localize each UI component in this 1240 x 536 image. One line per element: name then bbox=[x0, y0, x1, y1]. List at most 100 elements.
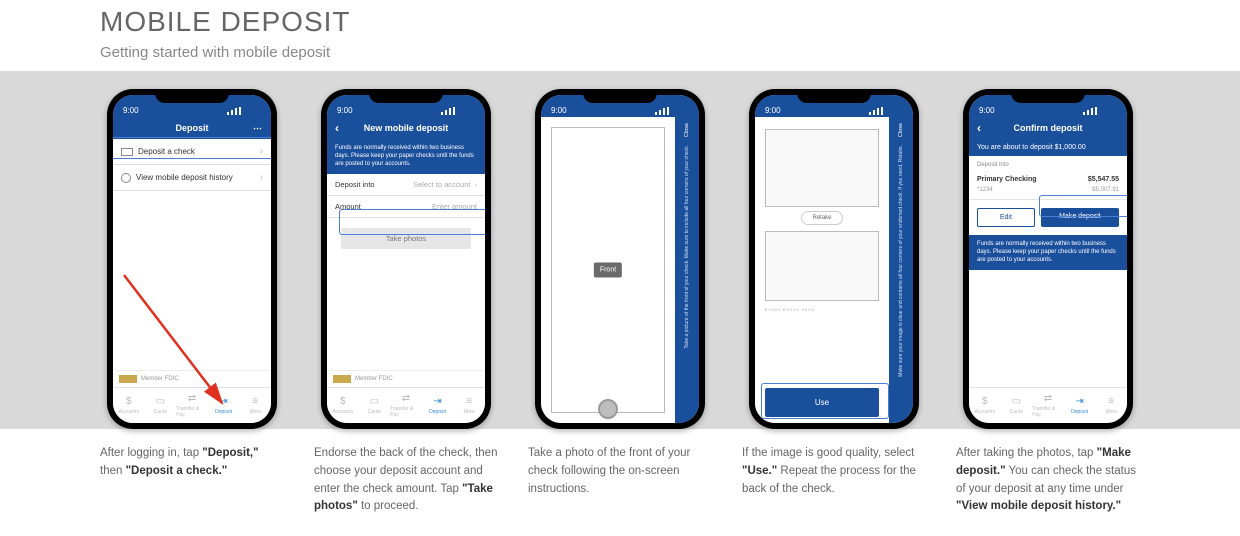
tab-deposit[interactable]: ⇥ Deposit bbox=[422, 388, 454, 423]
tab-label: Cards bbox=[1010, 409, 1023, 415]
tab-label: Deposit bbox=[429, 409, 446, 415]
status-signal-icon bbox=[655, 107, 689, 115]
step-1: 9:00 Deposit ⋯ Deposit a check › View mo… bbox=[100, 89, 284, 429]
tab-bar: $Accounts ▭Cards ⇄Transfer & Pay ⇥ Deposi… bbox=[327, 387, 485, 423]
nav-title: New mobile deposit bbox=[364, 123, 449, 133]
nav-bar: ‹ New mobile deposit bbox=[327, 117, 485, 139]
caption-2: Endorse the back of the check, then choo… bbox=[314, 445, 498, 516]
tab-accounts[interactable]: $ Accounts bbox=[113, 388, 145, 423]
tab-label: More bbox=[249, 409, 260, 415]
tab-deposit[interactable]: ⇥Deposit bbox=[208, 388, 240, 423]
camera-side-panel: Close Take a picture of the front of you… bbox=[675, 117, 699, 423]
page-header: MOBILE DEPOSIT Getting started with mobi… bbox=[0, 0, 1240, 71]
phone-screen-review: 9:00 Retake ⑆0000 ⑆0000 0000 Use Close M… bbox=[755, 95, 913, 423]
transfer-icon: ⇄ bbox=[186, 394, 198, 404]
page-subtitle: Getting started with mobile deposit bbox=[100, 44, 1240, 61]
deposit-icon: ⇥ bbox=[432, 397, 444, 407]
label: Deposit into bbox=[977, 162, 1009, 168]
tab-label: Deposit bbox=[215, 409, 232, 415]
tab-bar: $ Accounts ▭Cards ⇄Transfer & Pay ⇥Deposi… bbox=[113, 387, 271, 423]
tab-accounts[interactable]: $Accounts bbox=[969, 388, 1001, 423]
dollar-icon: $ bbox=[337, 397, 349, 407]
status-time: 9:00 bbox=[551, 106, 567, 115]
deposit-into-label: Deposit into bbox=[335, 180, 375, 189]
tab-cards[interactable]: ▭Cards bbox=[145, 388, 177, 423]
step-2: 9:00 ‹ New mobile deposit Funds are norm… bbox=[314, 89, 498, 429]
status-time: 9:00 bbox=[123, 106, 139, 115]
phone-screen-camera-front: 9:00 Front Close Take a picture of the f… bbox=[541, 95, 699, 423]
step-3: 9:00 Front Close Take a picture of the f… bbox=[528, 89, 712, 429]
tab-transfer[interactable]: ⇄Transfer & Pay bbox=[390, 388, 422, 423]
caption-bold: "Deposit," bbox=[202, 447, 258, 459]
front-label: Front bbox=[594, 263, 622, 278]
nav-title: Confirm deposit bbox=[1014, 123, 1083, 133]
caption-text: After logging in, tap bbox=[100, 447, 202, 459]
tab-label: Transfer & Pay bbox=[390, 406, 422, 418]
captured-check-image bbox=[765, 129, 879, 207]
phone-screen-deposit: 9:00 Deposit ⋯ Deposit a check › View mo… bbox=[113, 95, 271, 423]
close-button[interactable]: Close bbox=[898, 123, 904, 137]
highlight-take-photos bbox=[339, 209, 485, 235]
edit-label: Edit bbox=[1000, 214, 1012, 221]
dollar-icon: $ bbox=[979, 397, 991, 407]
row-view-history[interactable]: View mobile deposit history › bbox=[113, 165, 271, 191]
captions-row: After logging in, tap "Deposit," then "D… bbox=[0, 429, 1240, 536]
more-icon[interactable]: ⋯ bbox=[253, 123, 263, 134]
info-text: Funds are normally received within two b… bbox=[977, 241, 1116, 263]
tab-label: Accounts bbox=[119, 409, 140, 415]
menu-icon: ≡ bbox=[249, 397, 261, 407]
retake-button[interactable]: Retake bbox=[801, 211, 842, 225]
tab-transfer[interactable]: ⇄Transfer & Pay bbox=[1032, 388, 1064, 423]
tab-accounts[interactable]: $Accounts bbox=[327, 388, 359, 423]
caption-text: If the image is good quality, select bbox=[742, 447, 914, 459]
fdic-text: Member FDIC bbox=[355, 376, 393, 382]
caption-bold: "View mobile deposit history." bbox=[956, 500, 1121, 512]
caption-4: If the image is good quality, select "Us… bbox=[742, 445, 926, 516]
tab-transfer[interactable]: ⇄Transfer & Pay bbox=[176, 388, 208, 423]
tab-cards[interactable]: ▭Cards bbox=[359, 388, 391, 423]
card-icon: ▭ bbox=[368, 397, 380, 407]
step-5: 9:00 ‹ Confirm deposit You are about to … bbox=[956, 89, 1140, 429]
row-label: View mobile deposit history bbox=[136, 173, 233, 182]
account-row: Primary Checking $5,547.55 bbox=[969, 172, 1127, 187]
confirm-amount-banner: You are about to deposit $1,000.00 bbox=[969, 139, 1127, 156]
tab-deposit[interactable]: ⇥Deposit bbox=[1064, 388, 1096, 423]
tab-more[interactable]: ≡ More bbox=[239, 388, 271, 423]
menu-icon: ≡ bbox=[1105, 397, 1117, 407]
tab-label: More bbox=[1105, 409, 1116, 415]
zoom-check-image bbox=[765, 231, 879, 301]
phone-notch bbox=[155, 89, 229, 103]
review-main: Retake ⑆0000 ⑆0000 0000 Use bbox=[755, 117, 889, 423]
status-time: 9:00 bbox=[337, 106, 353, 115]
dollar-icon: $ bbox=[123, 397, 135, 407]
back-icon[interactable]: ‹ bbox=[335, 121, 339, 135]
close-button[interactable]: Close bbox=[684, 123, 690, 137]
tab-more[interactable]: ≡More bbox=[453, 388, 485, 423]
caption-text: then bbox=[100, 465, 126, 477]
caption-text: to proceed. bbox=[358, 500, 419, 512]
tab-more[interactable]: ≡ More bbox=[1095, 388, 1127, 423]
fdic-badge-icon bbox=[119, 375, 137, 383]
caption-bold: "Deposit a check." bbox=[126, 465, 228, 477]
camera-instruction: Take a picture of the front of your chec… bbox=[684, 145, 690, 348]
fdic-notice: Member FDIC bbox=[113, 370, 271, 387]
card-icon: ▭ bbox=[154, 397, 166, 407]
deposit-into-row[interactable]: Deposit into Select to account › bbox=[327, 174, 485, 196]
steps-row: 9:00 Deposit ⋯ Deposit a check › View mo… bbox=[0, 71, 1240, 429]
step-4: 9:00 Retake ⑆0000 ⑆0000 0000 Use Close M… bbox=[742, 89, 926, 429]
blank-area bbox=[327, 259, 485, 370]
fdic-text: Member FDIC bbox=[141, 376, 179, 382]
phone-frame: 9:00 ‹ Confirm deposit You are about to … bbox=[963, 89, 1133, 429]
phone-notch bbox=[797, 89, 871, 103]
highlight-make-deposit bbox=[1039, 195, 1127, 217]
tab-cards[interactable]: ▭Cards bbox=[1001, 388, 1033, 423]
shutter-button[interactable] bbox=[598, 399, 618, 419]
edit-button[interactable]: Edit bbox=[977, 208, 1035, 227]
caption-bold: "Use." bbox=[742, 465, 777, 477]
chevron-right-icon: › bbox=[260, 172, 263, 183]
menu-icon: ≡ bbox=[463, 397, 475, 407]
back-icon[interactable]: ‹ bbox=[977, 121, 981, 135]
caption-5: After taking the photos, tap "Make depos… bbox=[956, 445, 1140, 516]
phone-notch bbox=[369, 89, 443, 103]
info-banner: Funds are normally received within two b… bbox=[327, 139, 485, 174]
